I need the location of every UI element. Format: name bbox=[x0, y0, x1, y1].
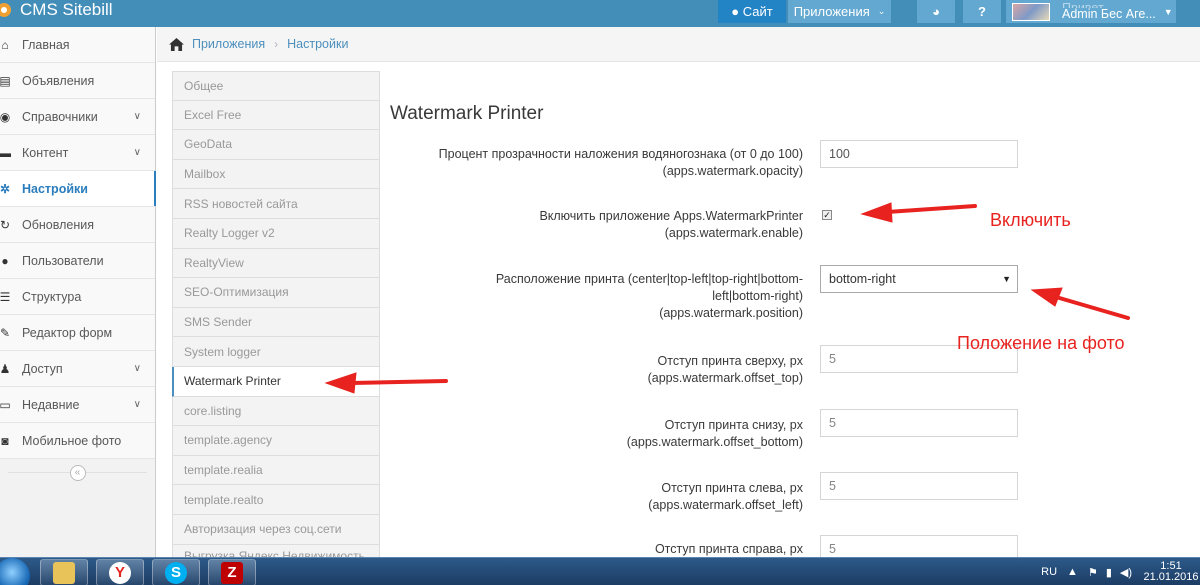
arrow-to-enable-checkbox bbox=[860, 202, 977, 223]
taskbar-filezilla[interactable]: Z bbox=[208, 559, 256, 585]
language-indicator[interactable]: RU bbox=[1041, 566, 1057, 578]
taskbar-explorer[interactable] bbox=[40, 559, 88, 585]
explorer-icon bbox=[53, 561, 75, 584]
system-tray: RU ▲ ⚑ ▮ ◀) 1:51 21.01.2016 bbox=[1041, 558, 1200, 585]
position-annotation: Положение на фото bbox=[957, 333, 1125, 353]
taskbar-yandex[interactable]: Y bbox=[96, 559, 144, 585]
enable-annotation: Включить bbox=[990, 210, 1071, 230]
clock[interactable]: 1:51 21.01.2016 bbox=[1142, 561, 1200, 583]
yandex-icon: Y bbox=[109, 561, 131, 584]
arrow-to-position-select bbox=[1030, 287, 1130, 320]
arrow-to-watermark-item bbox=[324, 372, 448, 394]
skype-icon: S bbox=[165, 561, 187, 584]
windows-taskbar: Y S Z RU ▲ ⚑ ▮ ◀) 1:51 21.01.2016 bbox=[0, 557, 1200, 585]
clock-date: 21.01.2016 bbox=[1143, 571, 1199, 583]
taskbar-skype[interactable]: S bbox=[152, 559, 200, 585]
volume-icon[interactable]: ◀) bbox=[1120, 566, 1132, 579]
start-button-icon[interactable] bbox=[0, 558, 30, 585]
flag-icon[interactable]: ⚑ bbox=[1088, 566, 1098, 579]
tray-arrow-icon[interactable]: ▲ bbox=[1067, 566, 1078, 578]
filezilla-icon: Z bbox=[221, 561, 243, 584]
annotation-arrows bbox=[324, 202, 1130, 394]
network-icon[interactable]: ▮ bbox=[1106, 566, 1112, 579]
